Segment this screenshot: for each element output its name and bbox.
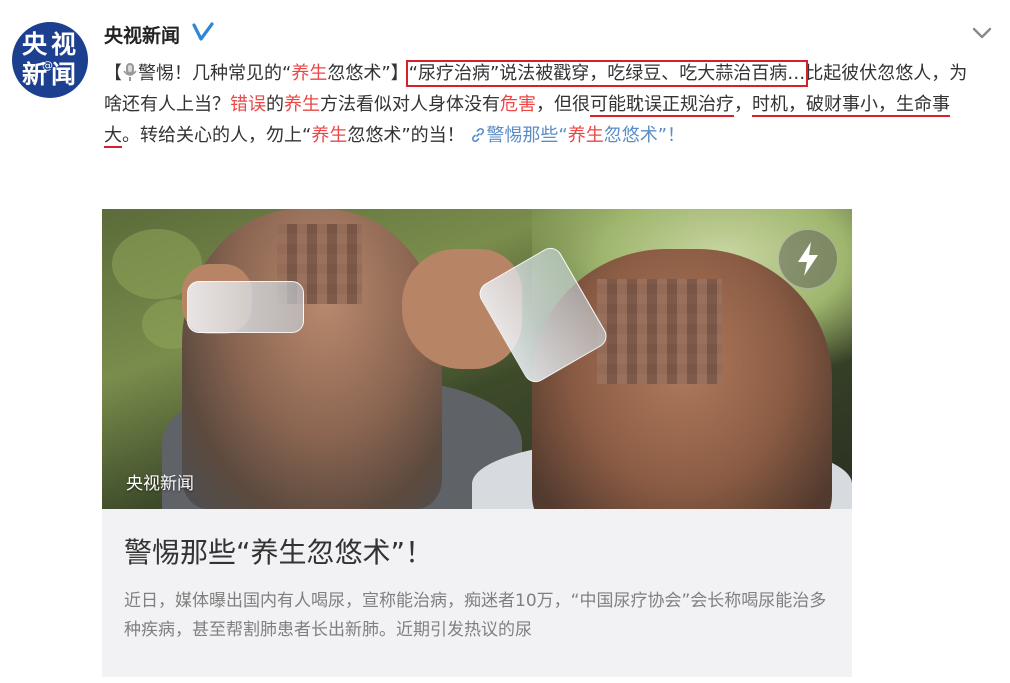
article-link-label: 忽悠术”！ xyxy=(603,125,686,146)
avatar[interactable]: 央 视 新 闻 @ xyxy=(12,22,88,98)
lightning-bolt-button[interactable] xyxy=(778,229,838,289)
post-bracket: 】 xyxy=(390,63,409,84)
lightning-bolt-icon xyxy=(798,242,818,276)
chevron-down-icon[interactable] xyxy=(970,24,994,42)
post-body: 方法看似对人身体没有 xyxy=(320,94,500,115)
keyword-highlight: 危害 xyxy=(500,94,536,115)
account-name[interactable]: 央视新闻 xyxy=(104,21,180,48)
annotation-underlined-text: 可能耽误正规治疗 xyxy=(590,94,734,115)
article-card[interactable]: 警惕那些“养生忽悠术”！ 近日，媒体曝出国内有人喝尿，宣称能治病，痴迷者10万，… xyxy=(102,509,852,677)
article-link-label: 警惕那些“ xyxy=(486,125,568,146)
verified-v-icon xyxy=(192,22,214,41)
photo-bottle xyxy=(187,281,304,333)
keyword-highlight: 养生 xyxy=(567,125,604,146)
article-link[interactable]: 警惕那些“养生忽悠术”！ xyxy=(470,125,685,146)
article-card-description: 近日，媒体曝出国内有人喝尿，宣称能治病，痴迷者10万，“中国尿疗协会”会长称喝尿… xyxy=(124,591,827,640)
post-body: 。转给关心的人，勿上“ xyxy=(122,125,312,146)
post-body: ，但很 xyxy=(536,94,590,115)
avatar-char: 闻 xyxy=(51,60,77,89)
keyword-highlight: 养生 xyxy=(291,63,328,84)
post-headline: 警惕！几种常见的“ xyxy=(138,63,292,84)
avatar-char: 央 xyxy=(22,30,48,59)
microphone-icon xyxy=(123,63,137,81)
post-body: 的 xyxy=(266,94,284,115)
avatar-at-sign: @ xyxy=(42,59,53,72)
keyword-highlight: 养生 xyxy=(284,94,320,115)
post-body: ， xyxy=(734,94,752,115)
post-body: 忽悠术”的当！ xyxy=(347,125,465,146)
post-headline: 忽悠术” xyxy=(327,63,391,84)
post-bracket: 【 xyxy=(104,63,122,84)
post-text: 【警惕！几种常见的“养生忽悠术”】“尿疗治病”说法被戳穿，吃绿豆、吃大蒜治百病…… xyxy=(104,58,984,151)
keyword-highlight: 养生 xyxy=(311,125,348,146)
article-card-title: 警惕那些“养生忽悠术”！ xyxy=(124,536,434,569)
avatar-char: 视 xyxy=(51,30,77,59)
annotation-boxed-text: “尿疗治病”说法被戳穿，吃绿豆、吃大蒜治百病… xyxy=(405,60,809,87)
photo-watermark: 央视新闻 xyxy=(126,474,194,494)
post-photo[interactable]: 央视新闻 xyxy=(102,209,852,509)
photo-mosaic xyxy=(597,279,722,384)
link-icon xyxy=(472,128,485,142)
keyword-highlight: 错误 xyxy=(230,94,266,115)
